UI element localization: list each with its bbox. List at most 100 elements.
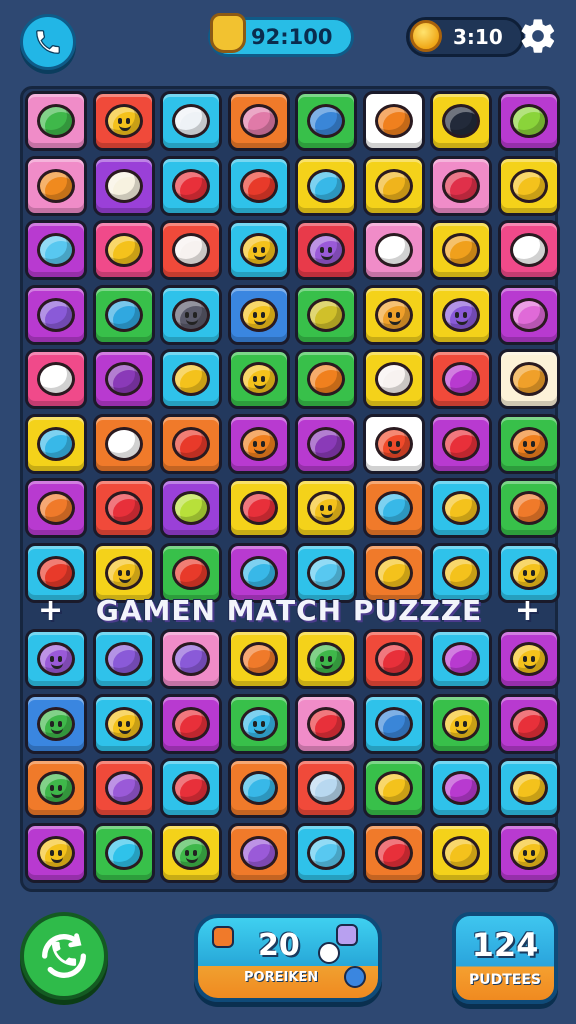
game-tile[interactable] [160,822,222,883]
game-tile[interactable] [227,758,290,818]
game-tile[interactable] [227,478,290,538]
game-tile[interactable] [362,349,425,409]
game-tile[interactable] [497,220,560,280]
game-tile[interactable] [362,91,425,151]
game-tile[interactable] [295,478,357,538]
game-tile[interactable] [295,413,357,474]
cow-icon [509,362,548,396]
game-tile[interactable] [497,822,560,883]
orb-mini-icon [344,966,366,988]
game-tile[interactable] [430,349,492,409]
bird-face-icon [239,426,278,461]
game-tile[interactable] [227,822,290,883]
game-tile[interactable] [25,693,87,754]
game-tile[interactable] [25,478,87,538]
game-tile[interactable] [92,822,155,883]
game-tile[interactable] [362,629,425,689]
game-tile[interactable] [25,91,87,151]
game-tile[interactable] [160,91,222,151]
game-tile[interactable] [497,349,560,409]
game-tile[interactable] [25,413,87,474]
game-tile[interactable] [25,758,87,818]
jelly-icon [307,835,345,870]
game-tile[interactable] [497,758,560,818]
game-tile[interactable] [227,349,290,409]
game-tile[interactable] [92,478,155,538]
game-tile[interactable] [497,91,560,151]
refresh-call-button[interactable] [20,912,108,1000]
settings-button[interactable] [518,16,558,56]
game-tile[interactable] [25,155,87,216]
game-tile[interactable] [295,220,357,280]
game-tile[interactable] [295,91,357,151]
game-tile[interactable] [92,155,155,216]
game-tile[interactable] [160,693,222,754]
game-tile[interactable] [430,220,492,280]
game-tile[interactable] [295,693,357,754]
game-tile[interactable] [430,413,492,474]
game-tile[interactable] [160,478,222,538]
game-tile[interactable] [362,758,425,818]
game-tile[interactable] [160,284,222,345]
game-tile[interactable] [430,822,492,883]
power-meter[interactable]: 20 POREIKEN [194,914,382,1002]
game-tile[interactable] [430,758,492,818]
apple-icon [509,104,548,138]
game-tile[interactable] [160,758,222,818]
game-tile[interactable] [92,91,155,151]
game-tile[interactable] [25,822,87,883]
game-tile[interactable] [160,220,222,280]
game-tile[interactable] [227,155,290,216]
game-tile[interactable] [160,349,222,409]
game-tile[interactable] [227,693,290,754]
game-tile[interactable] [92,284,155,345]
game-tile[interactable] [497,155,560,216]
game-tile[interactable] [362,220,425,280]
game-tile[interactable] [25,349,87,409]
game-tile[interactable] [295,155,357,216]
game-tile[interactable] [295,758,357,818]
game-tile[interactable] [362,478,425,538]
game-tile[interactable] [92,629,155,689]
game-tile[interactable] [295,284,357,345]
game-tile[interactable] [430,629,492,689]
game-tile[interactable] [362,284,425,345]
game-tile[interactable] [227,220,290,280]
game-tile[interactable] [430,284,492,345]
game-tile[interactable] [25,284,87,345]
game-tile[interactable] [497,693,560,754]
game-tile[interactable] [92,349,155,409]
game-tile[interactable] [160,413,222,474]
game-tile[interactable] [92,758,155,818]
game-tile[interactable] [160,629,222,689]
game-tile[interactable] [160,155,222,216]
game-tile[interactable] [430,155,492,216]
game-tile[interactable] [295,822,357,883]
game-tile[interactable] [362,693,425,754]
whale-icon [104,835,143,870]
game-tile[interactable] [295,629,357,689]
game-tile[interactable] [92,220,155,280]
game-tile[interactable] [25,220,87,280]
game-tile[interactable] [227,413,290,474]
timer-value: 3:10 [453,25,503,49]
call-button[interactable] [20,14,76,70]
game-tile[interactable] [227,629,290,689]
game-tile[interactable] [430,693,492,754]
game-tile[interactable] [497,284,560,345]
game-tile[interactable] [25,629,87,689]
game-tile[interactable] [362,822,425,883]
game-tile[interactable] [295,349,357,409]
game-tile[interactable] [92,413,155,474]
game-tile[interactable] [92,693,155,754]
game-tile[interactable] [497,413,560,474]
game-tile[interactable] [430,478,492,538]
game-tile[interactable] [497,478,560,538]
game-tile[interactable] [497,629,560,689]
game-tile[interactable] [227,284,290,345]
game-tile[interactable] [362,155,425,216]
game-tile[interactable] [227,91,290,151]
game-tile[interactable] [362,413,425,474]
game-tile[interactable] [430,91,492,151]
leaf-burst-icon [307,362,345,396]
